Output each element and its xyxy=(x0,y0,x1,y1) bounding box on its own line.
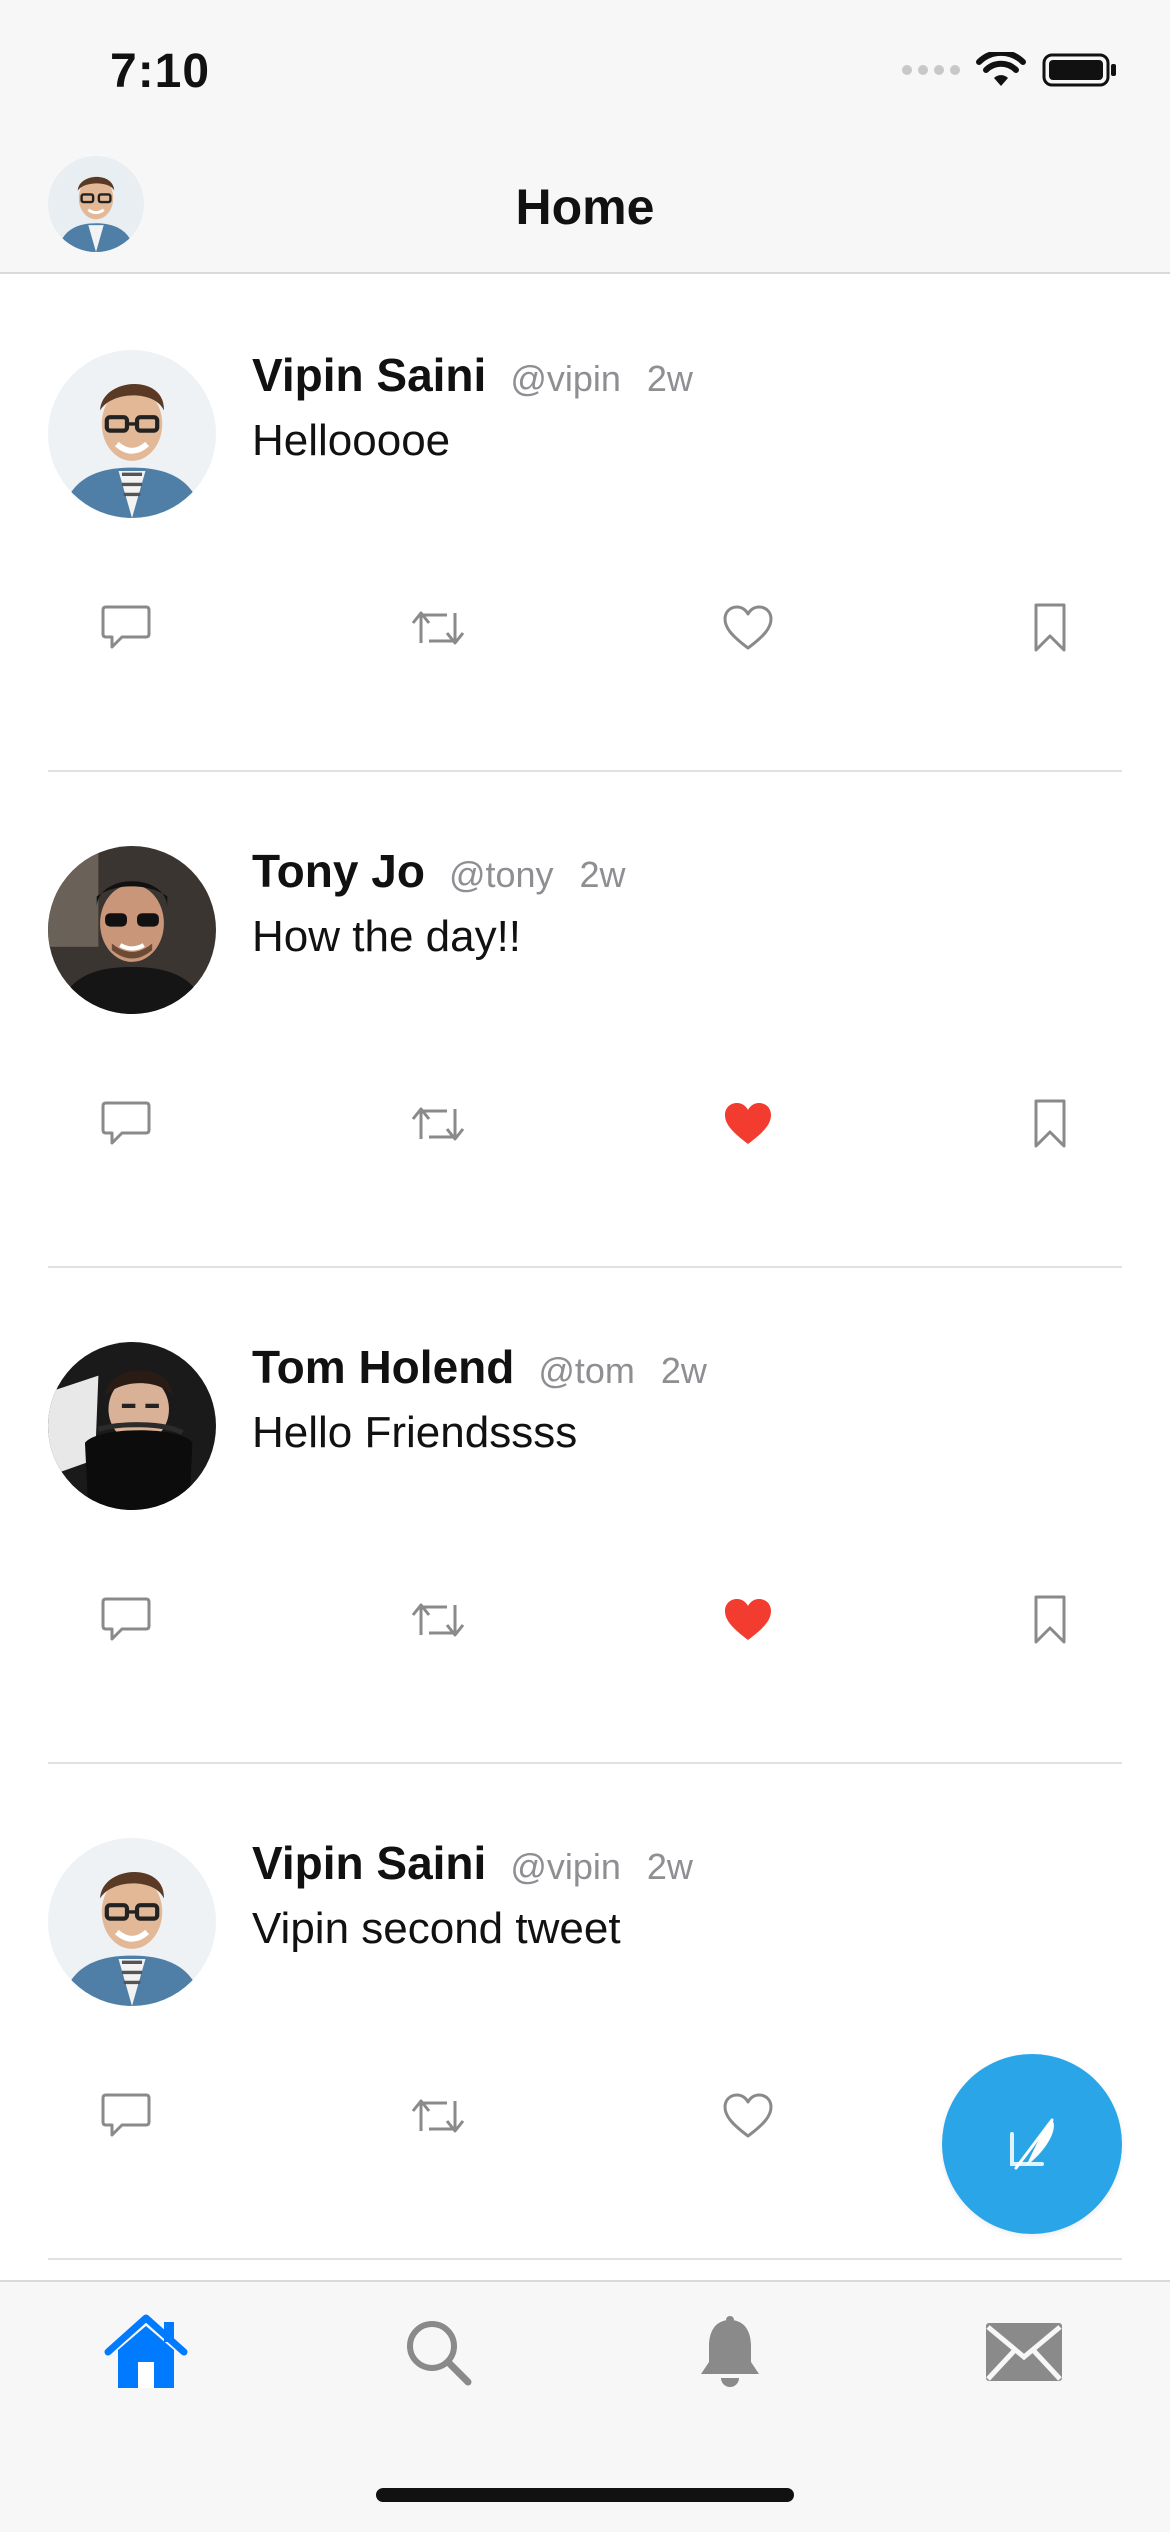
home-icon xyxy=(104,2314,188,2388)
retweet-button[interactable] xyxy=(406,1588,470,1652)
heart-icon xyxy=(725,1599,771,1640)
tab-home[interactable] xyxy=(96,2302,196,2402)
like-button[interactable] xyxy=(716,596,780,660)
author-handle: @vipin xyxy=(510,358,621,399)
like-button[interactable] xyxy=(716,1092,780,1156)
comment-icon xyxy=(101,2093,151,2137)
comment-icon xyxy=(101,605,151,649)
retweet-icon xyxy=(411,1107,465,1141)
tweet-header: Tom Holend @tom 2w xyxy=(252,1340,707,1394)
tweet-timestamp: 2w xyxy=(660,1350,707,1391)
tweet-actions xyxy=(48,1588,1122,1652)
envelope-icon xyxy=(986,2323,1062,2381)
author-name[interactable]: Tom Holend xyxy=(252,1340,514,1394)
like-button[interactable] xyxy=(716,1588,780,1652)
feather-compose-icon xyxy=(1010,2118,1054,2170)
reply-button[interactable] xyxy=(94,2084,158,2148)
avatar[interactable] xyxy=(48,846,216,1014)
bookmark-icon xyxy=(1034,1099,1066,1148)
tab-search[interactable] xyxy=(388,2302,488,2402)
tweet-row[interactable]: Tony Jo @tony 2w How the day!! xyxy=(48,772,1122,1268)
tweet-row[interactable]: Tom Holend @tom 2w Hello Friendssss xyxy=(48,1268,1122,1764)
tweet-actions xyxy=(48,596,1122,660)
reply-button[interactable] xyxy=(94,596,158,660)
author-handle: @vipin xyxy=(510,1846,621,1887)
retweet-button[interactable] xyxy=(406,2084,470,2148)
tweet-feed[interactable]: Vipin Saini @vipin 2w Hellooooe Tony Jo @tony… xyxy=(0,276,1170,2260)
tweet-header: Vipin Saini @vipin 2w xyxy=(252,1836,693,1890)
tweet-text: How the day!! xyxy=(252,912,522,961)
bookmark-button[interactable] xyxy=(1018,596,1082,660)
tweet-row[interactable]: Vipin Saini @vipin 2w Hellooooe xyxy=(48,276,1122,772)
nav-bar: Home xyxy=(0,140,1170,274)
author-handle: @tom xyxy=(538,1350,635,1391)
retweet-icon xyxy=(411,611,465,645)
tweet-actions xyxy=(48,1092,1122,1156)
tweet-timestamp: 2w xyxy=(646,358,693,399)
avatar[interactable] xyxy=(48,1342,216,1510)
retweet-icon xyxy=(411,2099,465,2133)
heart-icon xyxy=(725,1103,771,1144)
author-name[interactable]: Vipin Saini xyxy=(252,1836,486,1890)
author-handle: @tony xyxy=(448,854,554,895)
author-name[interactable]: Vipin Saini xyxy=(252,348,486,402)
status-bar: 7:10 xyxy=(0,0,1170,140)
page-title: Home xyxy=(515,179,655,235)
tab-messages[interactable] xyxy=(974,2302,1074,2402)
tweet-header: Vipin Saini @vipin 2w xyxy=(252,348,693,402)
avatar[interactable] xyxy=(48,350,216,518)
status-time: 7:10 xyxy=(110,45,211,98)
wifi-icon xyxy=(976,52,1026,86)
comment-icon xyxy=(101,1101,151,1145)
retweet-button[interactable] xyxy=(406,1092,470,1156)
like-button[interactable] xyxy=(716,2084,780,2148)
heart-icon xyxy=(723,2093,773,2138)
tweet-text: Hello Friendssss xyxy=(252,1408,578,1457)
reply-button[interactable] xyxy=(94,1092,158,1156)
retweet-button[interactable] xyxy=(406,596,470,660)
comment-icon xyxy=(101,1597,151,1641)
bookmark-icon xyxy=(1034,603,1066,652)
home-indicator[interactable] xyxy=(376,2488,794,2502)
author-name[interactable]: Tony Jo xyxy=(252,844,425,898)
tweet-text: Hellooooe xyxy=(252,416,451,465)
heart-icon xyxy=(723,605,773,650)
bookmark-icon xyxy=(1034,1595,1066,1644)
tweet-timestamp: 2w xyxy=(646,1846,693,1887)
tab-notifications[interactable] xyxy=(680,2302,780,2402)
retweet-icon xyxy=(411,1603,465,1637)
battery-icon xyxy=(1042,53,1116,87)
tweet-header: Tony Jo @tony 2w xyxy=(252,844,626,898)
bookmark-button[interactable] xyxy=(1018,1092,1082,1156)
tweet-text: Vipin second tweet xyxy=(252,1904,621,1953)
status-icons xyxy=(902,52,1118,88)
reply-button[interactable] xyxy=(94,1588,158,1652)
cellular-signal-icon xyxy=(902,65,960,75)
bookmark-button[interactable] xyxy=(1018,1588,1082,1652)
tweet-timestamp: 2w xyxy=(579,854,626,895)
search-icon xyxy=(407,2321,472,2386)
compose-tweet-button[interactable] xyxy=(942,2054,1122,2234)
bell-icon xyxy=(701,2316,759,2387)
avatar[interactable] xyxy=(48,1838,216,2006)
